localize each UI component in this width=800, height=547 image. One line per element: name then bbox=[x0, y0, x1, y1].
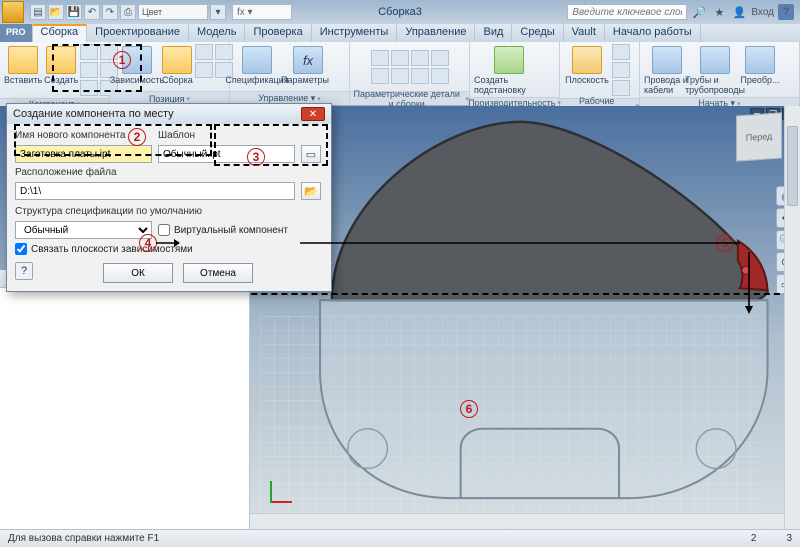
ribbon-tabs: PRO Сборка Проектирование Модель Проверк… bbox=[0, 24, 800, 42]
virtual-checkbox[interactable]: Виртуальный компонент bbox=[158, 224, 323, 236]
status-text: Для вызова справки нажмите F1 bbox=[8, 533, 159, 544]
parameters-button[interactable]: Параметры bbox=[282, 44, 328, 85]
create-substitute-button[interactable]: Создать подстановку bbox=[474, 44, 544, 95]
insert-button[interactable]: Вставить bbox=[4, 44, 42, 85]
plane-button[interactable]: Плоскость bbox=[564, 44, 610, 85]
assemble-button[interactable]: Сборка bbox=[162, 44, 193, 85]
create-component-dialog: Создание компонента по месту ✕ Имя новог… bbox=[6, 103, 332, 292]
label-template: Шаблон bbox=[158, 130, 295, 141]
qat-new-icon[interactable]: ▤ bbox=[30, 4, 46, 20]
qat-print-icon[interactable]: ⎙ bbox=[120, 4, 136, 20]
tab-design[interactable]: Проектирование bbox=[87, 24, 189, 42]
panel-manage: Спецификация Параметры Управление ▾ bbox=[230, 42, 350, 105]
template-select[interactable] bbox=[158, 145, 295, 163]
tab-vault[interactable]: Vault bbox=[564, 24, 605, 42]
dialog-title: Создание компонента по месту bbox=[13, 108, 174, 120]
panel-workfeatures: Плоскость Рабочие элементы bbox=[560, 42, 640, 105]
fx-field[interactable]: fx ▾ bbox=[232, 4, 292, 20]
qat-save-icon[interactable]: 💾 bbox=[66, 4, 82, 20]
cancel-button[interactable]: Отмена bbox=[183, 263, 253, 283]
tab-view[interactable]: Вид bbox=[475, 24, 512, 42]
dialog-close-icon[interactable]: ✕ bbox=[301, 107, 325, 121]
document-title: Сборка3 bbox=[378, 6, 422, 18]
tab-model[interactable]: Модель bbox=[189, 24, 245, 42]
convert-button[interactable]: Преобр... bbox=[740, 44, 780, 85]
tab-environments[interactable]: Среды bbox=[512, 24, 563, 42]
constraint-button[interactable]: Зависимость bbox=[114, 44, 160, 85]
wires-button[interactable]: Провода и кабели bbox=[644, 44, 690, 95]
position-small-buttons[interactable] bbox=[195, 44, 233, 78]
location-input[interactable] bbox=[15, 182, 295, 200]
panel-component: Вставить Создать Компонент bbox=[0, 42, 110, 105]
pipes-button[interactable]: Трубы и трубопроводы bbox=[692, 44, 738, 95]
vertical-scrollbar[interactable] bbox=[784, 106, 800, 529]
status-bar: Для вызова справки нажмите F1 2 3 bbox=[0, 529, 800, 547]
user-icon[interactable]: 👤 bbox=[731, 4, 747, 20]
panel-performance: Создать подстановку Производительность bbox=[470, 42, 560, 105]
location-browse-icon[interactable]: 📂 bbox=[301, 182, 321, 200]
horizontal-scrollbar[interactable] bbox=[250, 513, 784, 529]
panel-begin: Провода и кабели Трубы и трубопроводы Пр… bbox=[640, 42, 800, 105]
qat-dropdown-icon[interactable]: ▾ bbox=[210, 4, 226, 20]
tab-manage[interactable]: Управление bbox=[397, 24, 475, 42]
tab-assembly[interactable]: Сборка bbox=[33, 24, 88, 42]
qat-undo-icon[interactable]: ↶ bbox=[84, 4, 100, 20]
part-geometry bbox=[270, 112, 780, 508]
qat-open-icon[interactable]: 📂 bbox=[48, 4, 64, 20]
bom-select[interactable]: Обычный bbox=[15, 221, 152, 239]
dialog-help-icon[interactable]: ? bbox=[15, 262, 33, 280]
status-num-2: 3 bbox=[786, 533, 792, 544]
app-logo[interactable] bbox=[2, 1, 24, 23]
iparts-small-buttons[interactable] bbox=[371, 50, 449, 84]
help-dropdown-icon[interactable]: ? bbox=[778, 4, 794, 20]
tab-getstarted[interactable]: Начало работы bbox=[605, 24, 701, 42]
panel-iparts: Параметрические детали и сборки bbox=[350, 42, 470, 105]
new-name-input[interactable] bbox=[15, 145, 152, 163]
workfeatures-small-buttons[interactable] bbox=[612, 44, 630, 96]
panel-label-iparts[interactable]: Параметрические детали и сборки bbox=[350, 91, 469, 105]
qat-color-field[interactable]: Цвет bbox=[138, 4, 208, 20]
panel-position: Зависимость Сборка Позиция bbox=[110, 42, 230, 105]
title-bar: ▤ 📂 💾 ↶ ↷ ⎙ Цвет ▾ fx ▾ Сборка3 🔎 ★ 👤 Вх… bbox=[0, 0, 800, 24]
label-bom: Структура спецификации по умолчанию bbox=[15, 206, 323, 217]
status-num-1: 2 bbox=[751, 533, 757, 544]
login-label[interactable]: Вход bbox=[751, 4, 774, 20]
ok-button[interactable]: ОК bbox=[103, 263, 173, 283]
constrain-checkbox[interactable]: Связать плоскости зависимостями bbox=[15, 243, 323, 255]
tab-inspect[interactable]: Проверка bbox=[245, 24, 311, 42]
search-input[interactable] bbox=[567, 4, 687, 20]
label-location: Расположение файла bbox=[15, 167, 295, 178]
bom-button[interactable]: Спецификация bbox=[234, 44, 280, 85]
create-button[interactable]: Создать bbox=[44, 44, 78, 85]
tab-pro[interactable]: PRO bbox=[0, 24, 33, 42]
label-new-name: Имя нового компонента bbox=[15, 130, 152, 141]
quick-access-toolbar: ▤ 📂 💾 ↶ ↷ ⎙ Цвет ▾ bbox=[30, 4, 226, 20]
tab-tools[interactable]: Инструменты bbox=[312, 24, 398, 42]
ribbon: Вставить Создать Компонент Зависимость С… bbox=[0, 42, 800, 106]
search-icon[interactable]: 🔎 bbox=[691, 4, 707, 20]
axis-triad-icon bbox=[270, 473, 300, 503]
template-browse-icon[interactable]: ▭ bbox=[301, 145, 321, 163]
model-browser[interactable] bbox=[0, 270, 250, 529]
dialog-titlebar[interactable]: Создание компонента по месту ✕ bbox=[7, 104, 331, 124]
qat-redo-icon[interactable]: ↷ bbox=[102, 4, 118, 20]
favorite-icon[interactable]: ★ bbox=[711, 4, 727, 20]
